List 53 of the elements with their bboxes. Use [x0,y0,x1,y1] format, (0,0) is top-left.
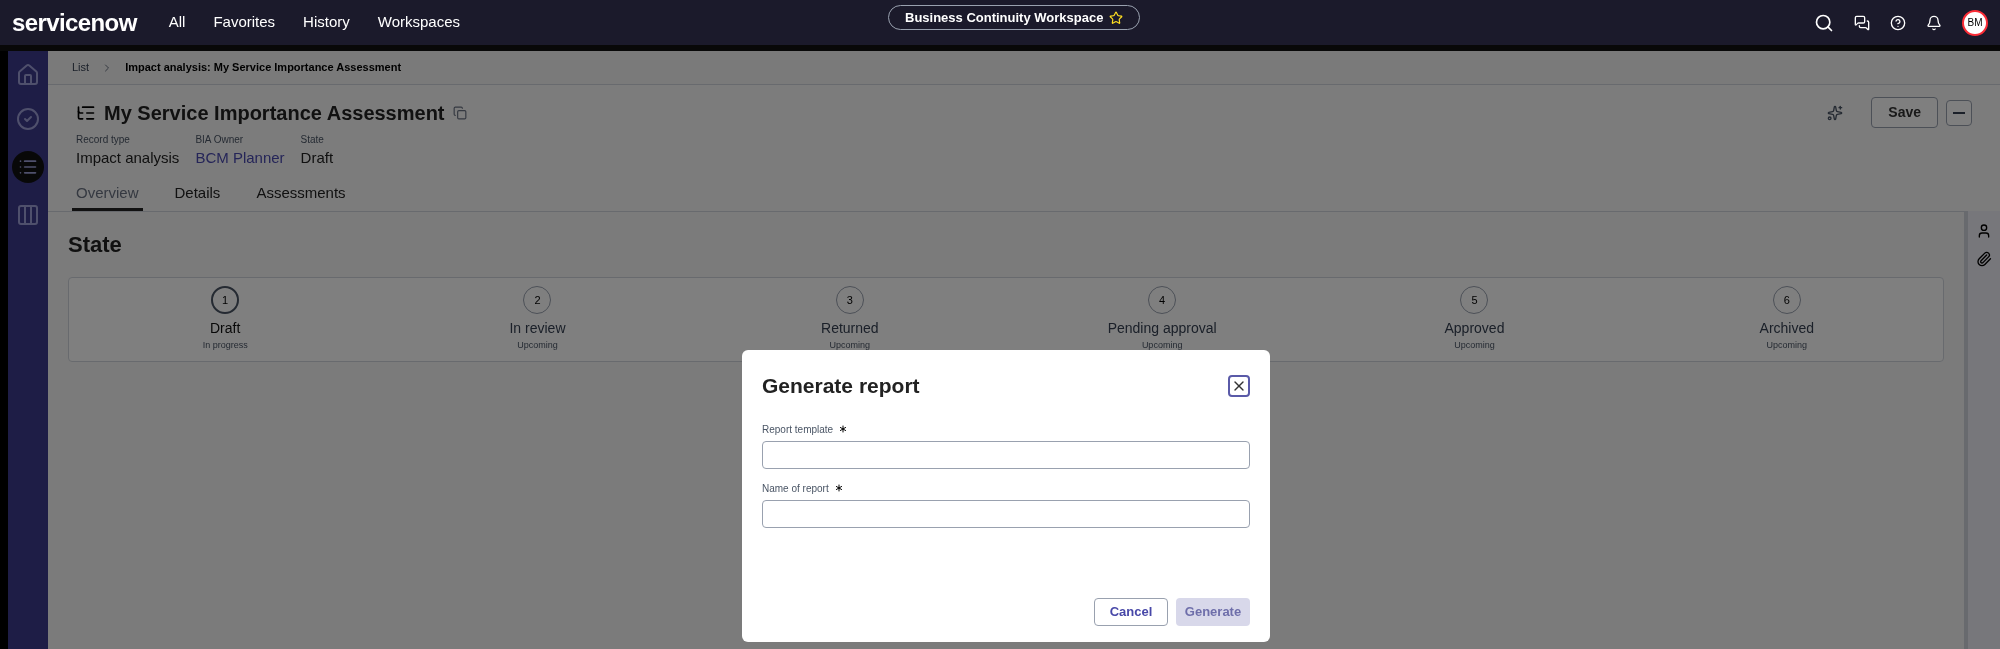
step-status: Upcoming [1141,339,1183,352]
step-label: Archived [1759,319,1815,338]
field-value: Impact analysis [76,148,180,168]
logo[interactable]: servicenow [12,4,137,41]
dash-icon [1953,111,1965,114]
step-status: Upcoming [1766,339,1808,352]
nav-link[interactable]: Favorites [213,11,276,34]
field-value: Draft [300,148,334,168]
text-field[interactable] [762,440,1250,469]
star-icon[interactable] [1109,10,1124,25]
cancel-button[interactable]: Cancel [1094,598,1168,626]
nav-link[interactable]: Workspaces [377,11,461,34]
breadcrumb-current: Impact analysis: My Service Importance Assessment [125,60,402,76]
text-field[interactable] [762,499,1250,528]
paperclip-icon[interactable] [1976,251,1992,267]
step-label: Pending approval [1107,319,1217,338]
field-label: Report template [762,421,1250,437]
workspace-name: Business Continuity Workspace [905,8,1104,27]
step-status: Upcoming [1454,339,1495,352]
step-label: Approved [1444,319,1505,338]
nav-link[interactable]: History [303,11,350,34]
close-button[interactable] [1228,374,1250,397]
more-button[interactable] [1946,99,1972,126]
person-icon[interactable] [1976,223,1992,239]
save-button[interactable]: Save [1871,97,1938,128]
search-icon[interactable] [1814,12,1834,33]
list-nav-button[interactable] [12,151,44,183]
check-circle-icon[interactable] [16,107,40,131]
nav-link[interactable]: All [168,11,186,34]
field-label: BIA Owner [195,133,245,147]
chat-icon[interactable] [1854,14,1870,31]
field-label: Name of report [762,480,1250,496]
bell-icon[interactable] [1926,14,1942,31]
copy-icon[interactable] [452,105,467,120]
step-status: Upcoming [517,339,558,352]
field-label: State [300,133,325,147]
step-label: Draft [210,319,241,338]
help-icon[interactable] [1890,14,1906,31]
list-icon [18,157,38,177]
tab[interactable]: Details [170,181,225,211]
avatar[interactable]: BM [1962,9,1988,36]
step-status: In progress [202,339,248,352]
breadcrumb-link[interactable]: List [72,59,90,76]
step-status: Upcoming [829,339,871,352]
dialog-title: Generate report [762,373,920,399]
sparkle-icon[interactable] [1827,104,1844,121]
section-title: State [68,231,123,259]
field-label: Record type [76,133,131,147]
step-label: Returned [821,319,879,338]
step-number: 1 [211,286,240,314]
record-title: My Service Importance Assessment [104,100,445,126]
step-label: In review [509,319,566,338]
tab[interactable]: Assessments [252,181,350,211]
